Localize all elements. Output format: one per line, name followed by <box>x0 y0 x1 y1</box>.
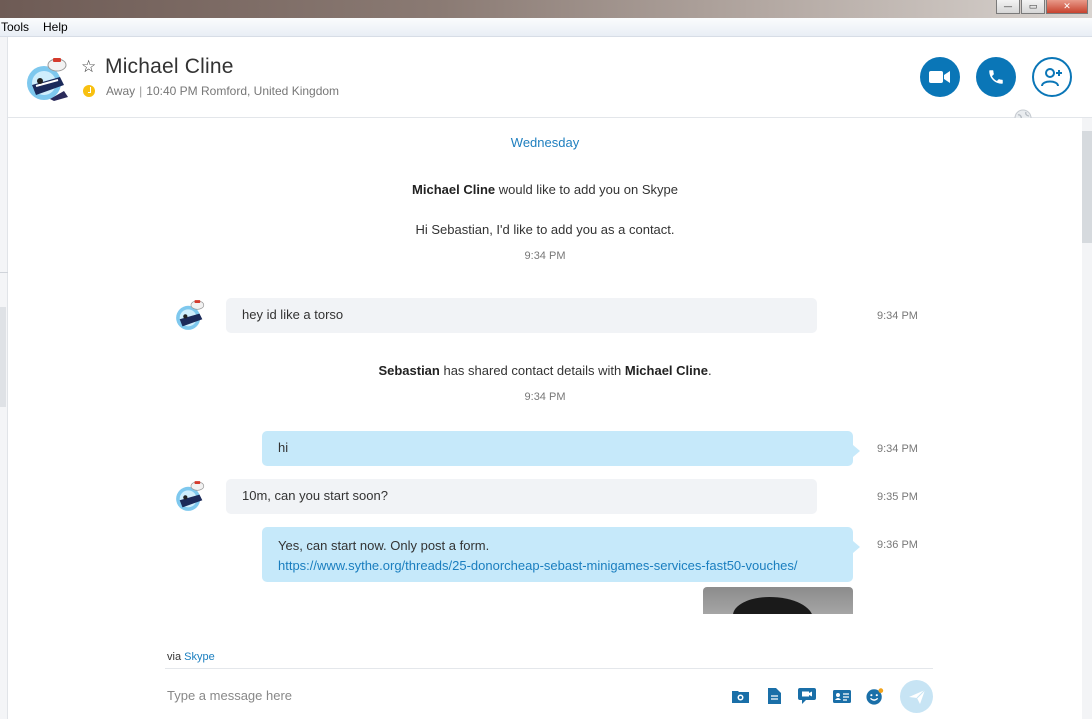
shared-contact-name: Michael Cline <box>624 363 708 378</box>
phone-icon <box>989 70 1003 84</box>
menu-tools[interactable]: Tools <box>0 20 36 34</box>
compose-divider <box>165 668 933 669</box>
window-controls: — ▭ ✕ <box>996 0 1088 14</box>
message-text: Yes, can start now. Only post a form. <box>278 538 490 553</box>
close-button[interactable]: ✕ <box>1046 0 1088 14</box>
window-title-bar: — ▭ ✕ <box>0 0 1092 18</box>
contact-request-notice: Michael Cline would like to add you on S… <box>8 182 1082 197</box>
via-prefix: via <box>167 651 185 663</box>
status-separator: | <box>139 84 143 98</box>
message-bubble-outgoing[interactable]: Yes, can start now. Only post a form. ht… <box>262 527 860 582</box>
add-contact-icon <box>1041 68 1062 87</box>
contact-request-message: Hi Sebastian, I'd like to add you as a c… <box>415 222 675 237</box>
maximize-button[interactable]: ▭ <box>1021 0 1045 14</box>
sidebar-edge <box>0 37 8 719</box>
add-people-button[interactable] <box>1032 57 1072 97</box>
minimize-button[interactable]: — <box>996 0 1020 14</box>
message-timestamp: 9:34 PM <box>877 310 918 322</box>
location: Romford, United Kingdom <box>200 84 340 98</box>
menu-help[interactable]: Help <box>36 20 75 34</box>
shared-text: has shared contact details with <box>439 363 625 378</box>
message-timestamp: 9:35 PM <box>877 491 918 503</box>
contact-avatar[interactable] <box>24 55 72 103</box>
message-timestamp: 9:36 PM <box>877 539 918 551</box>
scrollbar-thumb[interactable] <box>1082 131 1092 243</box>
message-text: hi <box>278 440 289 455</box>
via-indicator: via Skype <box>167 651 215 663</box>
message-timestamp: 9:34 PM <box>877 443 918 455</box>
video-call-button[interactable] <box>920 57 960 97</box>
message-bubble-outgoing[interactable]: hi <box>262 431 860 466</box>
conversation-header: ☆ Michael Cline Away | 10:40 PM Romford, U… <box>8 37 1092 127</box>
contact-name[interactable]: Michael Cline <box>105 55 234 79</box>
via-service[interactable]: Skype <box>184 651 215 663</box>
favorite-star-icon[interactable]: ☆ <box>81 57 96 77</box>
sharer-name: Sebastian <box>378 363 440 378</box>
message-link[interactable]: https://www.sythe.org/threads/25-donorch… <box>278 556 837 576</box>
smiley-icon <box>866 687 884 705</box>
sender-avatar[interactable] <box>174 479 208 513</box>
file-icon <box>767 688 781 704</box>
away-status-icon <box>83 85 95 97</box>
message-text: 10m, can you start soon? <box>242 488 388 503</box>
menu-bar: Tools Help <box>0 18 1092 37</box>
shared-contact-notice: Sebastian has shared contact details wit… <box>8 363 1082 378</box>
requester-name: Michael Cline <box>412 182 496 197</box>
conversation-pane: Wednesday Michael Cline would like to ad… <box>8 118 1082 614</box>
image-folder-icon <box>731 691 749 703</box>
message-bubble-incoming[interactable]: hey id like a torso <box>226 298 817 333</box>
video-camera-icon <box>929 71 950 83</box>
message-text: hey id like a torso <box>242 307 344 322</box>
sender-avatar[interactable] <box>174 298 208 332</box>
image-attachment-preview[interactable] <box>703 587 853 614</box>
send-icon <box>908 689 925 704</box>
contact-status-line: Away | 10:40 PM Romford, United Kingdom <box>106 84 339 98</box>
video-message-icon <box>798 687 816 704</box>
message-input[interactable] <box>167 680 707 710</box>
emoticons-button[interactable] <box>866 687 884 705</box>
send-contact-button[interactable] <box>833 687 851 705</box>
send-video-message-button[interactable] <box>798 687 816 705</box>
message-bubble-incoming[interactable]: 10m, can you start soon? <box>226 479 817 514</box>
request-text: would like to add you on Skype <box>495 182 678 197</box>
day-separator: Wednesday <box>510 135 580 150</box>
local-time: 10:40 PM <box>146 84 198 98</box>
audio-call-button[interactable] <box>976 57 1016 97</box>
status-text: Away <box>106 84 136 98</box>
image-content <box>733 597 813 614</box>
sidebar-divider <box>0 272 8 273</box>
sidebar-scroll-indicator <box>0 307 6 407</box>
send-media-button[interactable] <box>731 687 749 705</box>
send-file-button[interactable] <box>765 687 783 705</box>
send-message-button[interactable] <box>900 680 933 713</box>
shared-timestamp: 9:34 PM <box>524 391 566 403</box>
shared-end: . <box>707 363 712 378</box>
contact-card-icon <box>833 689 851 703</box>
request-timestamp: 9:34 PM <box>524 250 566 262</box>
